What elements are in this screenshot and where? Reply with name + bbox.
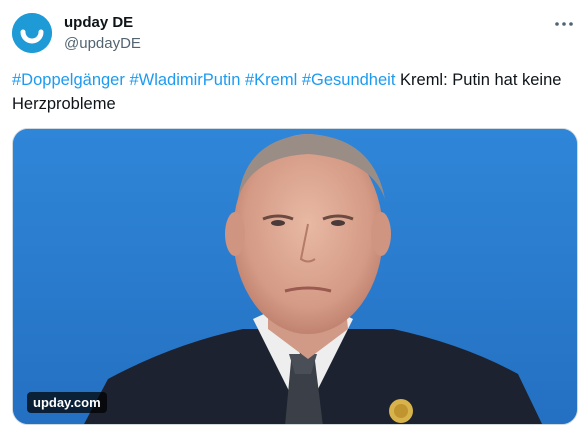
tweet-text: #Doppelgänger #WladimirPutin #Kreml #Ges… xyxy=(12,68,572,116)
watermark-label: upday.com xyxy=(27,392,107,413)
hashtag-link[interactable]: #WladimirPutin xyxy=(129,71,240,89)
tweet-card: upday DE @updayDE #Doppelgänger #Wladimi… xyxy=(0,0,588,437)
more-horizontal-icon xyxy=(555,22,573,26)
more-options-button[interactable] xyxy=(550,12,578,36)
hashtag-link[interactable]: #Doppelgänger xyxy=(12,71,125,89)
display-name[interactable]: upday DE xyxy=(64,14,133,31)
smile-logo-icon xyxy=(12,13,52,53)
hashtag-link[interactable]: #Gesundheit xyxy=(302,71,396,89)
account-handle[interactable]: @updayDE xyxy=(64,35,141,52)
tweet-photo[interactable]: upday.com xyxy=(12,128,578,425)
account-avatar[interactable] xyxy=(12,13,52,53)
portrait-photo xyxy=(13,129,577,424)
hashtag-link[interactable]: #Kreml xyxy=(245,71,297,89)
